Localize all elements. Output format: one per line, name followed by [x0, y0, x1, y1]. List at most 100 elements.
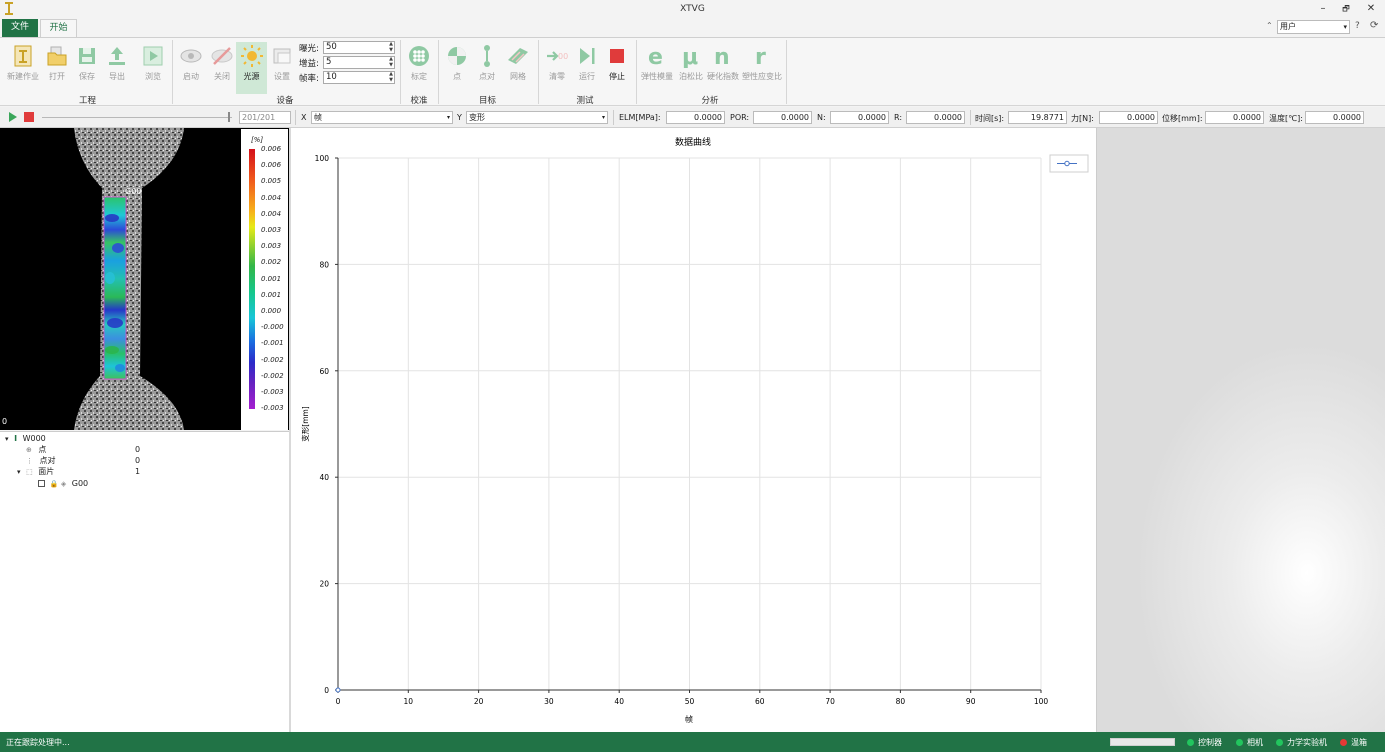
- svg-text:e: e: [648, 45, 663, 68]
- run-button[interactable]: 运行: [570, 42, 604, 92]
- restore-button[interactable]: 🗗: [1338, 2, 1354, 16]
- start-device-button[interactable]: 启动: [174, 42, 208, 92]
- open-icon: [47, 46, 67, 66]
- export-button[interactable]: 导出: [100, 42, 134, 92]
- force-value: 0.0000: [1099, 111, 1158, 124]
- elastic-modulus-button[interactable]: e 弹性模量: [639, 42, 675, 92]
- calibrate-button[interactable]: 标定: [402, 42, 436, 92]
- tree-node-root[interactable]: ▾ I W000: [5, 433, 46, 444]
- play-icon[interactable]: [9, 112, 17, 122]
- chevron-down-icon: ▾: [446, 114, 450, 121]
- x-tick-labels: 0 10 20 30 40 50 60 70 80 90 100: [336, 697, 1049, 706]
- colorbar-tick-label: -0.002: [261, 355, 284, 364]
- spin-arrows-icon[interactable]: ▲ ▼: [389, 71, 393, 83]
- collapse-ribbon-icon[interactable]: ⌃: [1266, 21, 1273, 30]
- stop-playback-icon[interactable]: [24, 112, 34, 122]
- tab-start[interactable]: 开始: [40, 19, 77, 37]
- user-select[interactable]: 用户 ▾: [1277, 20, 1350, 34]
- plastic-strain-ratio-button[interactable]: r 塑性应变比: [742, 42, 782, 92]
- por-label: POR:: [730, 113, 750, 122]
- exposure-label: 曝光:: [299, 44, 319, 54]
- colorbar-tick-label: 0.003: [261, 242, 282, 251]
- refresh-icon[interactable]: ⟳: [1370, 20, 1378, 31]
- expand-arrow-icon[interactable]: ▾: [5, 435, 9, 443]
- status-dot-icon: [1236, 739, 1243, 746]
- y-tick-label: 80: [319, 260, 329, 269]
- device-settings-label: 设置: [274, 72, 290, 81]
- tree-item-label: 面片: [38, 467, 55, 476]
- spin-arrows-icon[interactable]: ▲ ▼: [389, 56, 393, 68]
- colorbar-tick-label: -0.003: [261, 388, 284, 396]
- y-axis-select[interactable]: 变形 ▾: [466, 111, 608, 124]
- status-indicator-label: 控制器: [1198, 738, 1222, 747]
- x-tick-label: 60: [755, 697, 765, 706]
- minimize-button[interactable]: –: [1315, 2, 1331, 16]
- tree-node-patches[interactable]: ▾ ⬚ 面片: [17, 466, 54, 477]
- status-dot-icon: [1340, 739, 1347, 746]
- colorbar-tick-label: -0.002: [261, 371, 284, 380]
- hardening-index-button[interactable]: n 硬化指数: [706, 42, 740, 92]
- data-curve-panel: 数据曲线 0 10 20 30 40 50 60 70 80 90 100 0 20 40 60 80 100…: [291, 128, 1096, 732]
- help-icon[interactable]: ?: [1355, 21, 1360, 31]
- point-pair-button[interactable]: 点对: [470, 42, 504, 92]
- light-source-button[interactable]: 光源: [236, 42, 267, 94]
- x-tick-label: 90: [966, 697, 976, 706]
- visibility-checkbox[interactable]: [38, 480, 45, 487]
- lock-icon[interactable]: 🔒: [50, 480, 59, 488]
- calibrate-label: 标定: [411, 72, 427, 81]
- device-settings-button[interactable]: 设置: [267, 42, 297, 92]
- exposure-input[interactable]: 50 ▲ ▼: [323, 41, 395, 54]
- divider: [970, 110, 971, 125]
- clear-zero-button[interactable]: 00 清零: [540, 42, 574, 92]
- save-button[interactable]: 保存: [70, 42, 104, 92]
- app-window: XTVG – 🗗 ✕ 文件 开始 ⌃ 用户 ▾ ? ⟳ 新建作业 打开 保存 导…: [0, 0, 1385, 752]
- x-axis-label: X: [301, 113, 307, 122]
- expand-arrow-icon[interactable]: ▾: [17, 468, 21, 476]
- run-label: 运行: [579, 72, 595, 81]
- x-axis-select[interactable]: 帧 ▾: [311, 111, 453, 124]
- new-job-icon: [14, 45, 32, 67]
- eye-icon: [180, 49, 202, 63]
- elm-label: ELM[MPa]:: [619, 113, 661, 122]
- frame-slider-thumb[interactable]: [228, 112, 230, 122]
- tree-node-point-pairs[interactable]: ⋮ 点对: [26, 455, 56, 466]
- browse-button[interactable]: 浏览: [136, 42, 170, 92]
- fps-input[interactable]: 10 ▲ ▼: [323, 71, 395, 84]
- open-button[interactable]: 打开: [40, 42, 74, 92]
- tree-node-g00[interactable]: 🔒 ◈ G00: [38, 478, 88, 489]
- tree-item-label: 点对: [39, 456, 56, 465]
- new-job-button[interactable]: 新建作业: [6, 42, 40, 92]
- colorbar-tick-label: 0.001: [261, 290, 282, 299]
- ribbon: 新建作业 打开 保存 导出 浏览 工程 启动 关闭 光源 设置 曝光: 50 ▲…: [0, 37, 1385, 106]
- close-button[interactable]: ✕: [1363, 2, 1379, 16]
- 3d-view-panel[interactable]: [1096, 128, 1385, 732]
- open-label: 打开: [49, 72, 65, 81]
- save-icon: [79, 48, 95, 64]
- gain-input[interactable]: 5 ▲ ▼: [323, 56, 395, 69]
- patch-node-icon: ⬚: [26, 468, 33, 476]
- group-separator: [636, 40, 637, 104]
- group-label-project: 工程: [78, 96, 96, 106]
- displacement-value: 0.0000: [1205, 111, 1264, 124]
- frame-slider[interactable]: [42, 117, 232, 118]
- elm-value: 0.0000: [666, 111, 725, 124]
- spin-arrows-icon[interactable]: ▲ ▼: [389, 41, 393, 53]
- colorbar-tick-label: 0.001: [261, 274, 282, 283]
- poisson-ratio-button[interactable]: μ 泊松比: [675, 42, 707, 92]
- tab-file[interactable]: 文件: [2, 19, 38, 37]
- colorbar-tick-label: 0.006: [261, 161, 282, 170]
- force-label: 力[N]:: [1071, 114, 1094, 123]
- stop-icon: [610, 49, 624, 63]
- stop-button[interactable]: 停止: [600, 42, 634, 92]
- mesh-label: 网格: [510, 72, 526, 81]
- svg-text:00: 00: [558, 52, 568, 61]
- mesh-button[interactable]: 网格: [501, 42, 535, 92]
- window-title: XTVG: [680, 4, 705, 14]
- point-pair-icon: [484, 45, 490, 67]
- colorbar-tick-label: 0.006: [261, 145, 282, 153]
- point-button[interactable]: 点: [440, 42, 474, 92]
- y-tick-label: 0: [324, 686, 329, 695]
- close-device-button[interactable]: 关闭: [205, 42, 239, 92]
- tree-node-points[interactable]: ⊕ 点: [26, 444, 46, 455]
- plastic-strain-ratio-icon: r: [755, 45, 766, 68]
